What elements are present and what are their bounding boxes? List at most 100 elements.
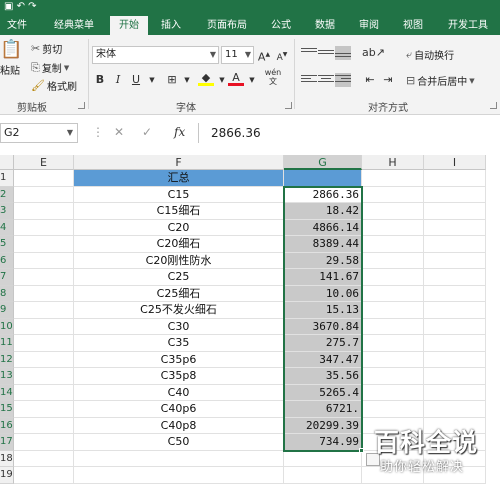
grid-cell[interactable]: [362, 285, 424, 302]
grid-cell[interactable]: [14, 368, 74, 385]
value-cell[interactable]: 347.47: [284, 351, 362, 368]
label-cell[interactable]: C30: [74, 318, 284, 335]
tab-insert[interactable]: 插入: [154, 16, 188, 35]
grid-cell[interactable]: [362, 351, 424, 368]
grid-cell[interactable]: [362, 335, 424, 352]
label-cell[interactable]: C25不发火细石: [74, 302, 284, 319]
summary-header-cell[interactable]: 汇总: [74, 170, 284, 187]
insert-function-icon[interactable]: fx: [174, 125, 185, 139]
grid-cell[interactable]: [424, 351, 486, 368]
copy-button[interactable]: ⎘ 复制 ▼: [31, 60, 69, 76]
column-header-f[interactable]: F: [74, 155, 284, 170]
bold-button[interactable]: B: [92, 72, 108, 88]
grid-cell[interactable]: [424, 368, 486, 385]
grid-cell[interactable]: [424, 401, 486, 418]
clipboard-dialog-launcher-icon[interactable]: [78, 102, 85, 109]
grid-cell[interactable]: [424, 170, 486, 187]
grid-cell[interactable]: [424, 335, 486, 352]
grid-cell[interactable]: [362, 302, 424, 319]
align-left-icon[interactable]: [301, 73, 317, 87]
label-cell[interactable]: C25细石: [74, 285, 284, 302]
value-cell[interactable]: 15.13: [284, 302, 362, 319]
grid-cell[interactable]: [14, 186, 74, 203]
top-align-icon[interactable]: [301, 46, 317, 60]
grid-cell[interactable]: [14, 450, 74, 467]
enter-icon[interactable]: ✓: [142, 125, 152, 139]
label-cell[interactable]: C50: [74, 434, 284, 451]
tab-review[interactable]: 审阅: [352, 16, 386, 35]
grid-cell[interactable]: [362, 384, 424, 401]
row-header[interactable]: 18: [0, 450, 14, 467]
value-cell[interactable]: 20299.39: [284, 417, 362, 434]
label-cell[interactable]: C20刚性防水: [74, 252, 284, 269]
grid-cell[interactable]: [14, 384, 74, 401]
align-right-icon[interactable]: [335, 73, 351, 87]
column-header-i[interactable]: I: [424, 155, 486, 170]
grid-cell[interactable]: [424, 236, 486, 253]
row-header[interactable]: 9: [0, 302, 14, 319]
grid-cell[interactable]: [424, 252, 486, 269]
orientation-icon[interactable]: ab↗: [362, 45, 385, 61]
grid-cell[interactable]: [424, 219, 486, 236]
label-cell[interactable]: C40p8: [74, 417, 284, 434]
underline-button[interactable]: U: [128, 72, 144, 88]
grid-cell[interactable]: [362, 170, 424, 187]
grid-cell[interactable]: [74, 467, 284, 484]
bottom-align-icon[interactable]: [335, 46, 351, 60]
tab-file[interactable]: 文件: [2, 16, 32, 35]
borders-icon[interactable]: ⊞: [164, 72, 180, 88]
increase-indent-icon[interactable]: ⇥: [380, 72, 396, 88]
grid-cell[interactable]: [362, 186, 424, 203]
tab-home[interactable]: 开始: [110, 16, 148, 35]
row-header[interactable]: 2: [0, 186, 14, 203]
value-cell[interactable]: 18.42: [284, 203, 362, 220]
formula-input[interactable]: 2866.36: [198, 123, 500, 143]
fill-handle[interactable]: [359, 447, 364, 453]
font-name-select[interactable]: 宋体 ▼: [92, 46, 219, 64]
grid-cell[interactable]: [14, 434, 74, 451]
tab-data[interactable]: 数据: [308, 16, 342, 35]
label-cell[interactable]: C20: [74, 219, 284, 236]
grid-cell[interactable]: [424, 269, 486, 286]
grid-cell[interactable]: [362, 252, 424, 269]
grid-cell[interactable]: [424, 186, 486, 203]
middle-align-icon[interactable]: [318, 46, 334, 60]
grid-cell[interactable]: [362, 236, 424, 253]
grid-cell[interactable]: [424, 318, 486, 335]
value-cell[interactable]: 3670.84: [284, 318, 362, 335]
active-cell[interactable]: 2866.36: [284, 186, 362, 203]
label-cell[interactable]: C20细石: [74, 236, 284, 253]
label-cell[interactable]: C35p6: [74, 351, 284, 368]
alignment-dialog-launcher-icon[interactable]: [490, 102, 497, 109]
row-header[interactable]: 8: [0, 285, 14, 302]
grid-cell[interactable]: [284, 467, 362, 484]
chevron-down-icon[interactable]: ▼: [179, 72, 195, 88]
grid-cell[interactable]: [14, 170, 74, 187]
grid-cell[interactable]: [14, 401, 74, 418]
grid-cell[interactable]: [424, 384, 486, 401]
row-header[interactable]: 19: [0, 467, 14, 484]
row-header[interactable]: 13: [0, 368, 14, 385]
select-all-corner[interactable]: [0, 155, 14, 170]
grid-cell[interactable]: [14, 467, 74, 484]
grid-cell[interactable]: [362, 269, 424, 286]
grid-cell[interactable]: [14, 236, 74, 253]
tab-page-layout[interactable]: 页面布局: [198, 16, 256, 35]
summary-header-cell[interactable]: [284, 170, 362, 187]
value-cell[interactable]: 141.67: [284, 269, 362, 286]
phonetic-guide-button[interactable]: wén 文: [262, 68, 284, 86]
grid-cell[interactable]: [362, 318, 424, 335]
tab-developer[interactable]: 开发工具: [440, 16, 496, 35]
row-header[interactable]: 4: [0, 219, 14, 236]
value-cell[interactable]: 4866.14: [284, 219, 362, 236]
column-header-h[interactable]: H: [362, 155, 424, 170]
chevron-down-icon[interactable]: ▼: [244, 72, 260, 88]
label-cell[interactable]: C35p8: [74, 368, 284, 385]
row-header[interactable]: 6: [0, 252, 14, 269]
tab-view[interactable]: 视图: [396, 16, 430, 35]
value-cell[interactable]: 29.58: [284, 252, 362, 269]
name-box[interactable]: G2 ▼: [0, 123, 78, 143]
label-cell[interactable]: C40: [74, 384, 284, 401]
font-dialog-launcher-icon[interactable]: [285, 102, 292, 109]
grid-cell[interactable]: [14, 219, 74, 236]
